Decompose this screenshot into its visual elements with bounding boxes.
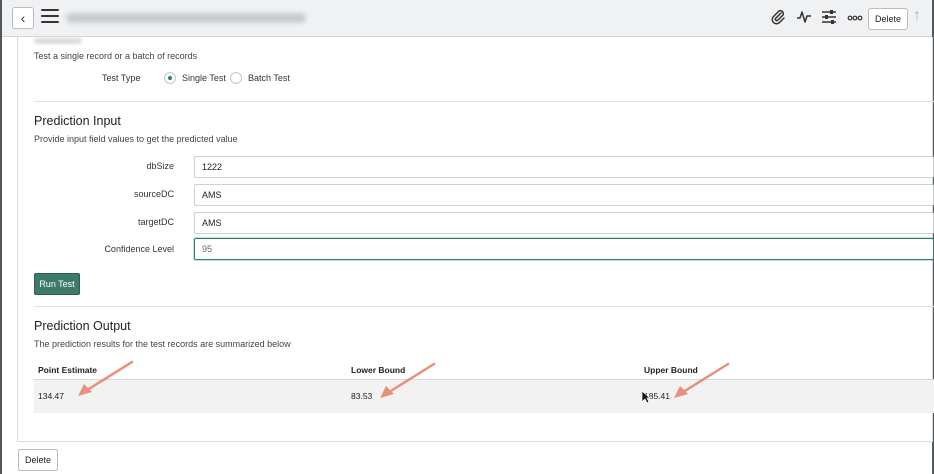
footer-bar: Delete: [2, 442, 932, 474]
dbsize-label: dbSize: [146, 161, 174, 171]
test-type-label: Test Type: [102, 73, 141, 83]
run-test-button[interactable]: Run Test: [34, 273, 80, 295]
column-header-point-estimate: Point Estimate: [38, 365, 98, 375]
hamburger-menu-icon[interactable]: [41, 9, 59, 25]
table-row: 134.47 83.53 185.41: [34, 380, 934, 413]
confidence-level-label: Confidence Level: [104, 244, 174, 254]
prediction-output-table: Point Estimate Lower Bound Upper Bound 1…: [34, 359, 934, 413]
top-toolbar: ‹ Delete ↑: [2, 0, 932, 37]
column-header-lower-bound: Lower Bound: [351, 365, 406, 375]
section-label-redacted: [34, 38, 82, 44]
sourcedc-label: sourceDC: [133, 189, 174, 199]
record-title-redacted: [66, 13, 306, 23]
targetdc-label: targetDC: [137, 217, 174, 227]
prediction-output-description: The prediction results for the test reco…: [34, 339, 291, 349]
prediction-input-description: Provide input field values to get the pr…: [34, 134, 238, 144]
divider: [34, 306, 934, 307]
batch-test-radio[interactable]: [230, 72, 242, 84]
dbsize-input[interactable]: 1222: [194, 156, 934, 178]
arrow-up-icon[interactable]: ↑: [913, 7, 921, 25]
divider: [34, 101, 934, 102]
single-test-radio[interactable]: [164, 72, 176, 84]
chevron-left-icon: ‹: [20, 10, 26, 26]
column-header-upper-bound: Upper Bound: [644, 365, 698, 375]
lower-bound-value: 83.53: [351, 391, 373, 401]
mouse-cursor-icon: [641, 390, 651, 404]
pulse-icon[interactable]: [794, 9, 814, 29]
table-header: Point Estimate Lower Bound Upper Bound: [34, 359, 934, 380]
delete-button[interactable]: Delete: [868, 8, 909, 30]
point-estimate-value: 134.47: [38, 391, 64, 401]
test-description: Test a single record or a batch of recor…: [34, 51, 198, 61]
app-window: ‹ Delete ↑ Test a single record or a bat…: [0, 0, 934, 474]
single-test-label[interactable]: Single Test: [182, 73, 226, 83]
prediction-input-title: Prediction Input: [34, 114, 121, 128]
form-content: Test a single record or a batch of recor…: [17, 37, 934, 442]
sourcedc-input[interactable]: AMS: [194, 184, 934, 206]
targetdc-input[interactable]: AMS: [194, 212, 934, 234]
sliders-icon[interactable]: [819, 9, 839, 29]
prediction-output-title: Prediction Output: [34, 319, 131, 333]
delete-button-bottom[interactable]: Delete: [18, 449, 59, 471]
batch-test-label[interactable]: Batch Test: [248, 73, 290, 83]
ellipsis-icon[interactable]: [845, 9, 865, 29]
paperclip-icon[interactable]: [768, 9, 788, 29]
back-button[interactable]: ‹: [12, 7, 34, 29]
confidence-level-input[interactable]: 95: [194, 238, 934, 260]
